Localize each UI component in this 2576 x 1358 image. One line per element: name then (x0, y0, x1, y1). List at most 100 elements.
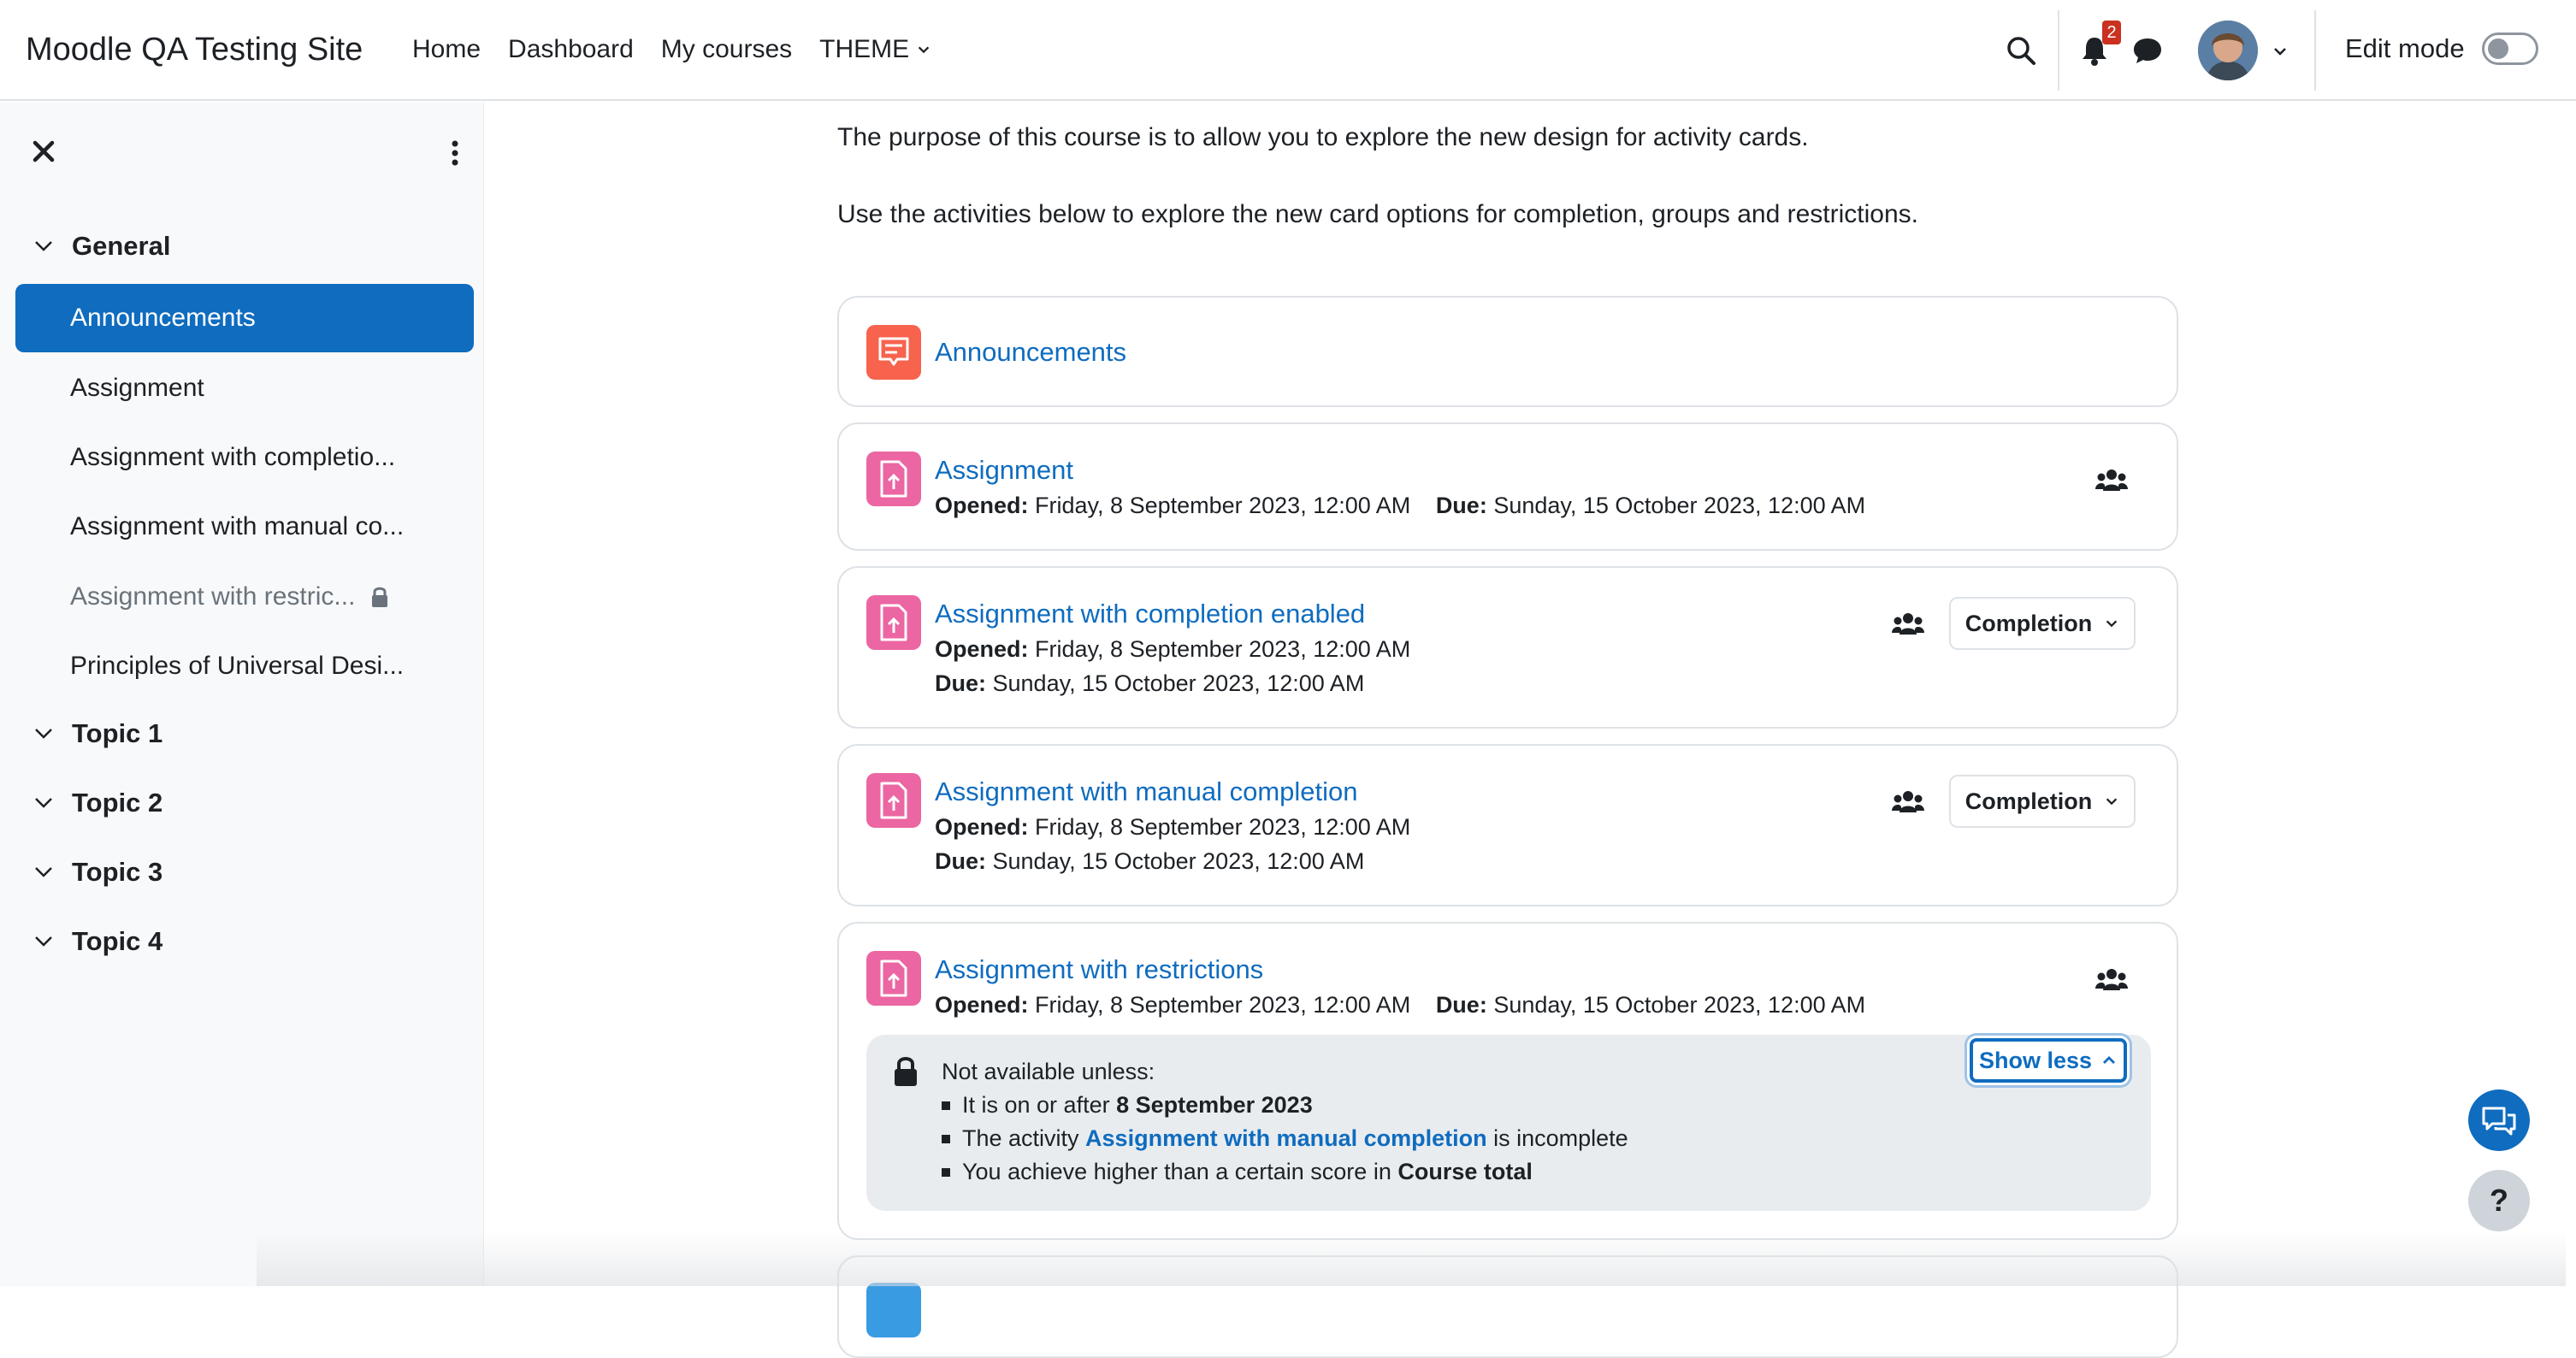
due-date: Sunday, 15 October 2023, 12:00 AM (1493, 493, 1866, 518)
help-button[interactable]: ? (2468, 1170, 2530, 1231)
opened-date: Friday, 8 September 2023, 12:00 AM (1035, 814, 1411, 840)
due-date: Sunday, 15 October 2023, 12:00 AM (992, 670, 1365, 696)
activity-due: Due: Sunday, 15 October 2023, 12:00 AM (935, 848, 1364, 875)
activity-card: Assignment Opened: Friday, 8 September 2… (837, 422, 2178, 551)
navbar-divider (2058, 10, 2059, 91)
nav-home[interactable]: Home (412, 35, 481, 64)
section-general[interactable]: General (32, 231, 170, 262)
course-index-item-label: Assignment with restric... (70, 582, 356, 611)
section-topic-3[interactable]: Topic 3 (32, 857, 162, 888)
restriction-list: It is on or after 8 September 2023 The a… (942, 1089, 1628, 1189)
opened-label: Opened: (935, 493, 1029, 518)
close-icon[interactable] (29, 137, 58, 166)
restriction-text: is incomplete (1486, 1125, 1628, 1151)
top-navbar: Moodle QA Testing Site Home Dashboard My… (0, 0, 2576, 101)
edit-mode-label: Edit mode (2345, 33, 2465, 63)
assignment-icon (866, 595, 921, 650)
messages-button[interactable] (2130, 32, 2165, 68)
activity-card: Announcements (837, 296, 2178, 407)
course-content: The purpose of this course is to allow y… (485, 103, 2576, 1358)
due-label: Due: (1435, 992, 1487, 1018)
due-date: Sunday, 15 October 2023, 12:00 AM (1493, 992, 1866, 1018)
notification-count-badge: 2 (2102, 21, 2121, 44)
course-intro-paragraph: The purpose of this course is to allow y… (837, 123, 1809, 151)
chat-icon (2482, 1107, 2516, 1136)
course-intro-paragraph: Use the activities below to explore the … (837, 200, 1918, 228)
completion-label: Completion (1964, 788, 2093, 814)
opened-date: Friday, 8 September 2023, 12:00 AM (1035, 493, 1411, 518)
course-index-item-restricted[interactable]: Assignment with restric... (15, 563, 474, 631)
activity-link[interactable]: Assignment with manual completion (935, 776, 1358, 807)
restriction-heading: Not available unless: (942, 1059, 1155, 1084)
restriction-text: You achieve higher than a certain score … (962, 1159, 1398, 1184)
section-topic-2[interactable]: Topic 2 (32, 788, 162, 818)
search-icon[interactable] (2003, 32, 2039, 68)
group-mode-icon[interactable] (1891, 788, 1925, 814)
activity-link[interactable]: Announcements (935, 337, 1126, 368)
section-topic-1[interactable]: Topic 1 (32, 718, 162, 749)
section-title: Topic 1 (72, 718, 163, 748)
section-title: Topic 3 (72, 857, 163, 887)
activity-card: Assignment with completion enabled Opene… (837, 566, 2178, 729)
course-index-item[interactable]: Announcements (15, 284, 474, 352)
group-mode-icon[interactable] (2094, 966, 2129, 992)
opened-label: Opened: (935, 636, 1029, 662)
due-label: Due: (1435, 493, 1487, 518)
restriction-grade-item: Course total (1397, 1159, 1533, 1184)
chevron-down-icon (2106, 798, 2118, 806)
open-chat-button[interactable] (2468, 1089, 2530, 1151)
chevron-down-icon (918, 46, 930, 54)
course-index-item[interactable]: Assignment with completio... (15, 423, 474, 492)
section-title: Topic 4 (72, 926, 163, 956)
help-icon: ? (2490, 1183, 2508, 1218)
opened-date: Friday, 8 September 2023, 12:00 AM (1035, 636, 1411, 662)
activity-due: Due: Sunday, 15 October 2023, 12:00 AM (935, 670, 1364, 697)
chevron-down-icon (35, 798, 52, 808)
section-topic-4[interactable]: Topic 4 (32, 926, 162, 957)
activity-dates: Opened: Friday, 8 September 2023, 12:00 … (935, 992, 1865, 1018)
restriction-text: It is on or after (962, 1092, 1117, 1118)
activity-link[interactable]: Assignment (935, 455, 1073, 486)
activity-card: Assignment with restrictions Opened: Fri… (837, 922, 2178, 1240)
course-index-item[interactable]: Principles of Universal Desi... (15, 632, 474, 700)
course-index-item[interactable]: Assignment (15, 354, 474, 422)
edit-mode-control: Edit mode (2345, 32, 2538, 65)
course-index-item[interactable]: Assignment with manual co... (15, 493, 474, 561)
user-menu-chevron-icon[interactable] (2272, 43, 2289, 60)
completion-dropdown-button[interactable]: Completion (1949, 775, 2136, 828)
site-name-link[interactable]: Moodle QA Testing Site (26, 32, 363, 68)
opened-label: Opened: (935, 814, 1029, 840)
restriction-details: Not available unless: It is on or after … (942, 1055, 1628, 1189)
footer-shadow (257, 1231, 2566, 1286)
notifications-button[interactable]: 2 (2077, 21, 2121, 68)
lock-icon (895, 1057, 917, 1086)
activity-link[interactable]: Assignment with completion enabled (935, 599, 1365, 629)
activity-dates: Opened: Friday, 8 September 2023, 12:00 … (935, 493, 1865, 519)
restriction-item: You achieve higher than a certain score … (942, 1155, 1628, 1189)
more-options-icon[interactable] (443, 139, 467, 168)
nav-my-courses[interactable]: My courses (661, 35, 792, 64)
activity-link[interactable]: Assignment with restrictions (935, 954, 1263, 985)
group-mode-icon[interactable] (2094, 467, 2129, 493)
user-avatar[interactable] (2198, 21, 2258, 80)
due-date: Sunday, 15 October 2023, 12:00 AM (992, 848, 1365, 874)
nav-dashboard[interactable]: Dashboard (508, 35, 634, 64)
section-title: Topic 2 (72, 788, 163, 818)
restriction-activity-link[interactable]: Assignment with manual completion (1085, 1125, 1487, 1151)
completion-dropdown-button[interactable]: Completion (1949, 597, 2136, 650)
show-less-label: Show less (1978, 1047, 2093, 1073)
chevron-down-icon (35, 867, 52, 877)
nav-theme-menu[interactable]: THEME (819, 35, 931, 64)
edit-mode-toggle[interactable] (2481, 32, 2538, 65)
assignment-icon (866, 773, 921, 828)
due-label: Due: (935, 670, 986, 696)
group-mode-icon[interactable] (1891, 611, 1925, 636)
restriction-text: The activity (962, 1125, 1086, 1151)
restriction-date: 8 September 2023 (1116, 1092, 1313, 1118)
activity-opened: Opened: Friday, 8 September 2023, 12:00 … (935, 814, 1410, 841)
section-title: General (72, 231, 171, 261)
chevron-down-icon (35, 729, 52, 739)
show-less-button[interactable]: Show less (1970, 1038, 2127, 1083)
forum-icon (866, 325, 921, 380)
opened-date: Friday, 8 September 2023, 12:00 AM (1035, 992, 1411, 1018)
